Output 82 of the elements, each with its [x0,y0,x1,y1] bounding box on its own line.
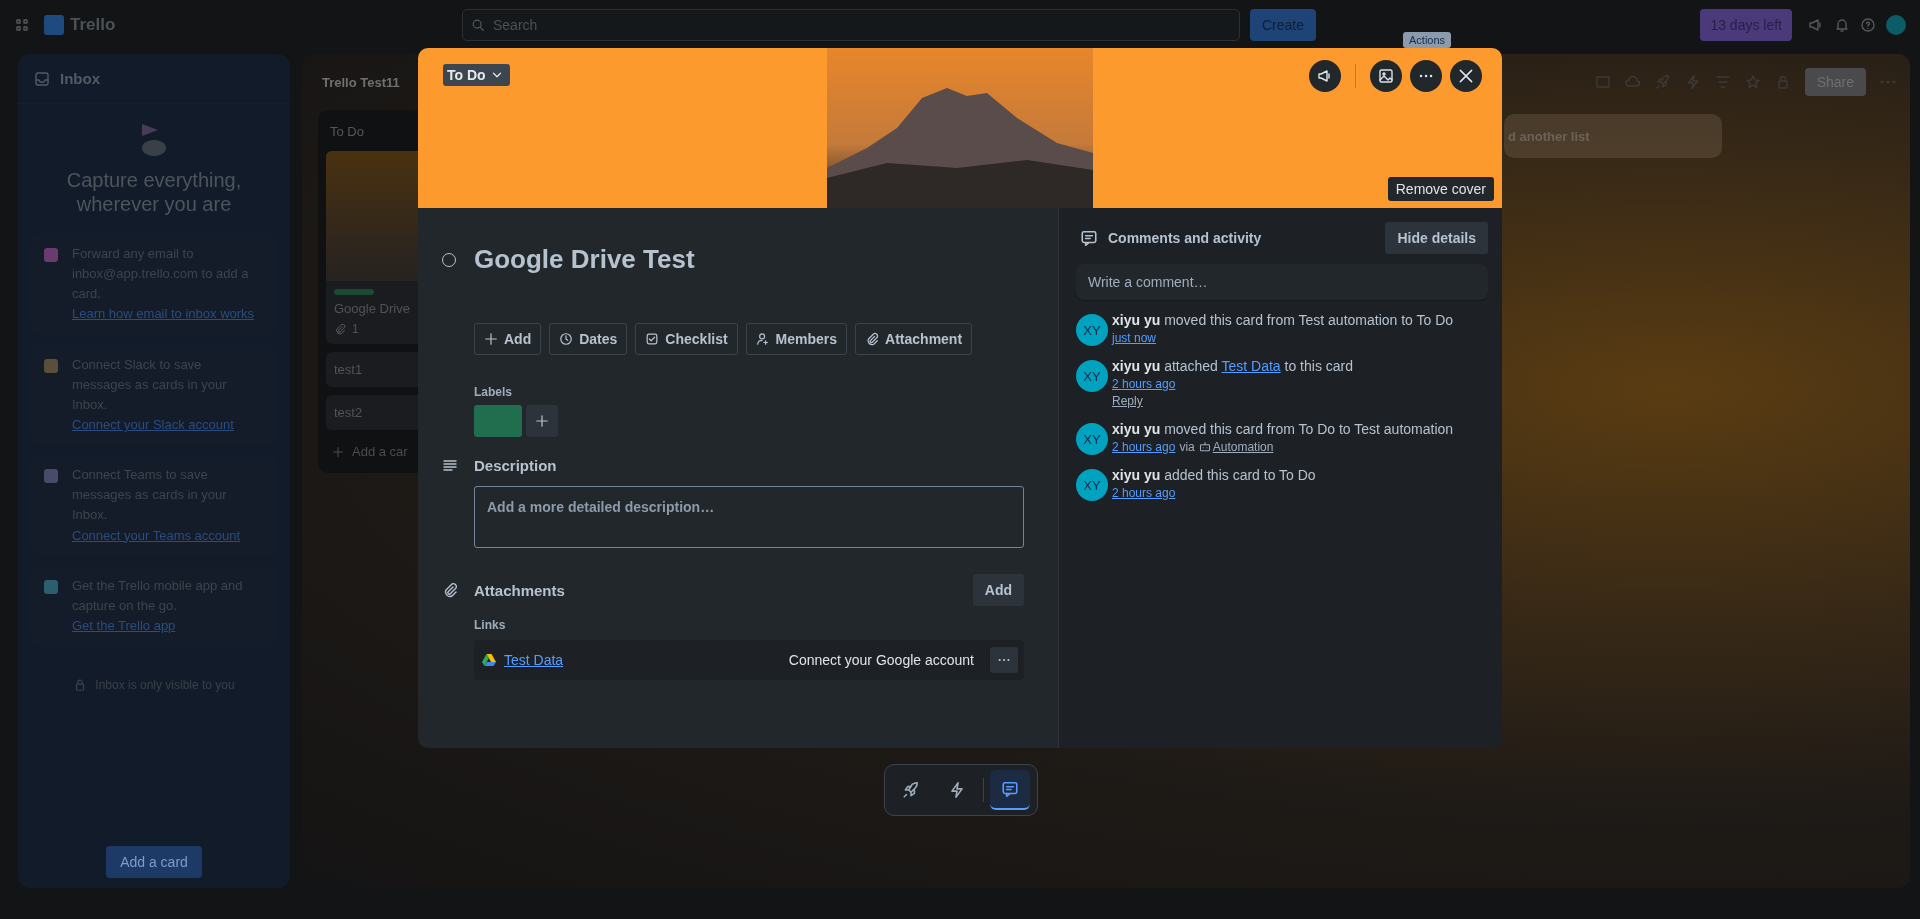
avatar[interactable] [1886,15,1906,35]
list-dropdown[interactable]: To Do [443,64,510,86]
plus-icon [332,445,344,458]
inbox-headline: Capture everything, wherever you are [65,168,243,216]
drive-icon [482,654,496,666]
list-title[interactable]: To Do [326,118,418,143]
cover-button[interactable] [1370,60,1402,92]
user-avatar[interactable]: XY [1076,360,1108,392]
watch-button[interactable] [1309,60,1341,92]
close-icon [1457,67,1475,85]
card-action-button[interactable]: Checklist [635,323,738,355]
user-avatar[interactable]: XY [1076,469,1108,501]
email-icon [44,248,58,262]
paperclip-icon [865,332,880,346]
add-attachment-button[interactable]: Add [972,574,1024,606]
automation-link[interactable]: Automation [1212,440,1274,454]
paperclip-icon [442,582,458,598]
user-avatar[interactable]: XY [1076,314,1108,346]
image-icon [1378,68,1394,84]
rocket-icon [902,781,920,799]
megaphone-icon [1317,68,1333,84]
lightning-icon [948,781,966,799]
table-icon [1594,74,1611,90]
paperclip-icon [334,323,346,335]
timestamp-link[interactable]: 2 hours ago [1112,440,1176,454]
mobile-icon [44,579,58,594]
grid-icon [14,17,30,33]
add-label-button[interactable] [526,405,558,437]
card-label [334,289,374,295]
description-heading: Description [474,457,557,474]
hide-details-button[interactable]: Hide details [1385,222,1488,254]
cloud-icon [1624,74,1641,90]
actions-button[interactable] [1410,60,1442,92]
timestamp-link[interactable]: 2 hours ago [1112,486,1176,500]
attachments-heading: Attachments [474,581,565,599]
comment-field[interactable]: Write a comment… [1076,264,1488,300]
activity-text: xiyu yu moved this card from To Do to Test automation [1112,420,1454,439]
add-card-button[interactable]: Add a card [106,846,202,878]
connect-account-text: Connect your Google account [788,652,974,668]
links-heading: Links [474,618,507,632]
megaphone-icon [1808,17,1824,33]
inbox-icon [34,70,50,87]
activity-text: xiyu yu added this card to To Do [1112,466,1316,485]
activity-text: xiyu yu moved this card from Test automation to To Do [1112,311,1454,330]
teams-icon [44,469,58,484]
toolbar-button[interactable] [990,770,1030,810]
slack-icon [44,358,58,373]
robot-icon [1198,441,1211,453]
plus-icon [535,414,549,428]
attachment-link[interactable]: Test Data [1221,358,1281,374]
description-field[interactable]: Add a more detailed description… [474,486,1024,548]
timestamp-link[interactable]: just now [1112,331,1157,345]
activity-text: xiyu yu attached Test Data to this card [1112,357,1353,376]
comment-icon [1001,780,1019,798]
card-title[interactable]: Google Drive Test [474,244,695,275]
card-action-button[interactable]: Dates [549,323,628,355]
reply-link[interactable]: Reply [1112,394,1143,408]
timestamp-link[interactable]: 2 hours ago [1112,377,1176,391]
close-button[interactable] [1450,60,1482,92]
labels-heading: Labels [474,385,513,399]
search-field[interactable]: Search [462,9,1240,41]
clock-icon [559,332,574,346]
card-action-button[interactable]: Attachment [855,323,973,355]
card-action-button[interactable]: Add [474,323,542,355]
star-icon [1744,74,1761,90]
attachment-link[interactable]: Test Data [504,652,564,668]
tooltip: Actions [1403,32,1452,48]
card-action-button[interactable]: Members [745,323,848,355]
user-avatar[interactable]: XY [1076,423,1108,455]
checkbox-icon [645,332,660,346]
help-icon [1860,17,1876,33]
rocket-icon [1654,74,1671,90]
description-icon [442,457,458,474]
remove-cover-button[interactable]: Remove cover [1387,177,1494,201]
person-add-icon [755,332,770,346]
plus-icon [484,332,498,346]
board-title[interactable]: Trello Test11 [322,74,400,90]
activity-heading: Comments and activity [1108,230,1262,246]
bell-icon [1834,17,1850,33]
inbox-title: Inbox [60,70,100,87]
via-text: via [1179,440,1195,454]
comment-icon [1080,229,1098,247]
